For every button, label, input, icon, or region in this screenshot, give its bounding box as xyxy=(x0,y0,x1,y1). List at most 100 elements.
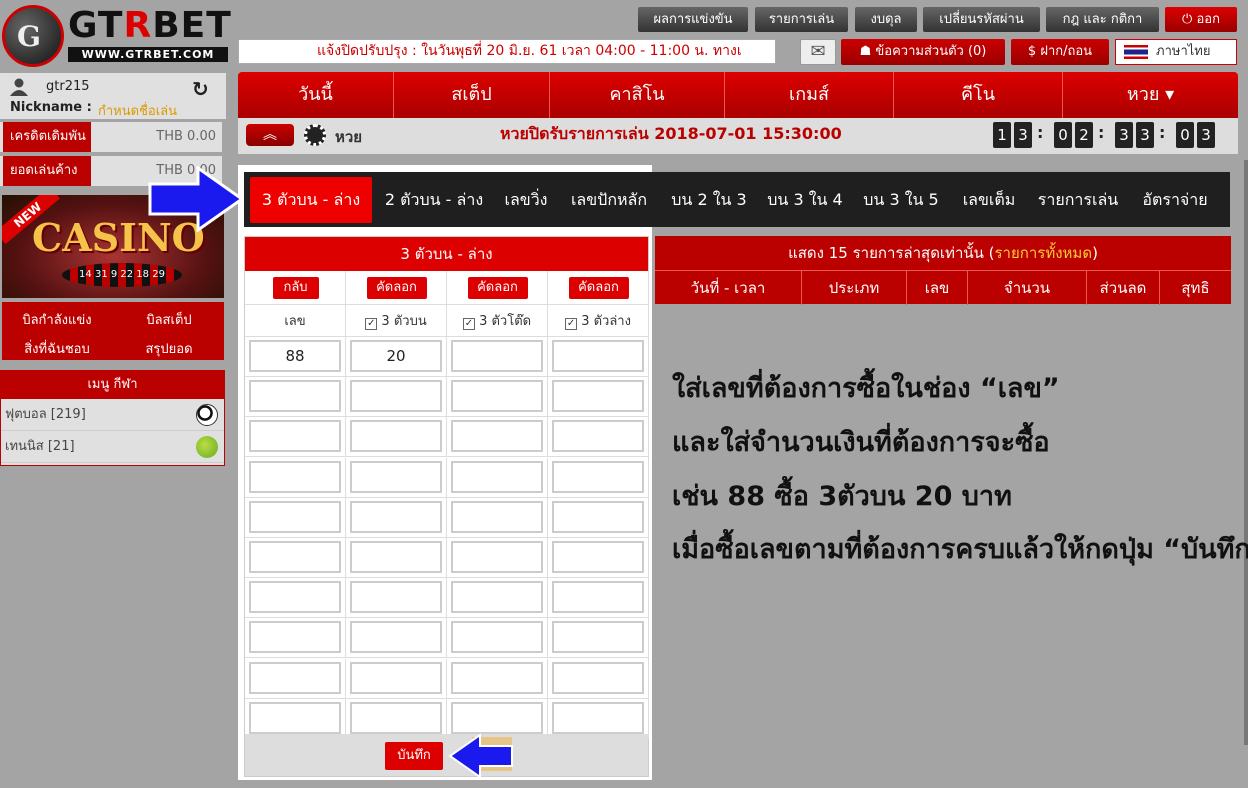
sport-item-tennis[interactable]: เทนนิส [21] xyxy=(1,431,224,463)
nickname-set-link[interactable]: กำหนดชื่อเล่น xyxy=(98,100,177,121)
results-button[interactable]: ผลการแข่งขัน xyxy=(638,7,748,32)
bet-list-button[interactable]: รายการเล่น xyxy=(755,7,848,32)
language-selector[interactable]: ภาษาไทย xyxy=(1115,39,1237,65)
top3-amount-input[interactable]: 20 xyxy=(350,340,442,372)
logo-emblem: G xyxy=(2,5,64,67)
menu-summary[interactable]: สรุปยอด xyxy=(114,338,224,359)
bet-form-title: 3 ตัวบน - ล่าง xyxy=(245,237,648,271)
number-input[interactable] xyxy=(249,661,341,694)
number-input[interactable] xyxy=(249,380,341,413)
tab-2-top-bottom[interactable]: 2 ตัวบน - ล่าง xyxy=(376,172,492,227)
tod3-amount-input[interactable] xyxy=(451,460,543,493)
top3-amount-input[interactable] xyxy=(350,420,442,453)
private-messages-button[interactable]: ☗ ข้อความส่วนตัว (0) xyxy=(841,39,1005,65)
top3-amount-input[interactable] xyxy=(350,541,442,573)
bottom3-amount-input[interactable] xyxy=(552,581,644,614)
tab-full-number[interactable]: เลขเต็ม xyxy=(952,172,1026,227)
bottom3-amount-input[interactable] xyxy=(552,701,644,734)
tab-top-3-of-4[interactable]: บน 3 ใน 4 xyxy=(760,172,850,227)
tod3-amount-input[interactable] xyxy=(451,621,543,654)
lottery-chip-icon xyxy=(304,124,326,146)
tab-bet-list[interactable]: รายการเล่น xyxy=(1030,172,1126,227)
tod3-amount-input[interactable] xyxy=(451,541,543,573)
bet-form: 3 ตัวบน - ล่าง กลับ คัดลอก คัดลอก คัดลอก เลข… xyxy=(244,236,649,777)
tab-3-top-bottom[interactable]: 3 ตัวบน - ล่าง xyxy=(250,177,372,223)
form-input-cell xyxy=(548,658,649,699)
top3-amount-input[interactable] xyxy=(350,500,442,533)
nav-lottery[interactable]: หวย ▾ xyxy=(1063,72,1238,118)
tod3-amount-input[interactable] xyxy=(451,340,543,372)
bottom3-amount-input[interactable] xyxy=(552,340,644,372)
top3-amount-input[interactable] xyxy=(350,701,442,734)
tab-running-number[interactable]: เลขวิ่ง xyxy=(496,172,556,227)
checkbox[interactable]: ✓ xyxy=(365,318,378,330)
number-input[interactable] xyxy=(249,420,341,453)
number-input[interactable] xyxy=(249,581,341,614)
save-button[interactable]: บันทึก xyxy=(385,742,443,770)
tod3-amount-input[interactable] xyxy=(451,420,543,453)
back-button[interactable]: กลับ xyxy=(272,277,319,299)
nav-games[interactable]: เกมส์ xyxy=(725,72,894,118)
menu-running-bets[interactable]: บิลกำลังแข่ง xyxy=(2,309,112,330)
user-panel: gtr215 ↻ Nickname : กำหนดชื่อเล่น xyxy=(0,73,226,119)
number-input[interactable] xyxy=(249,541,341,573)
user-icon xyxy=(10,78,28,96)
nav-casino[interactable]: คาสิโน xyxy=(550,72,725,118)
copy-button[interactable]: คัดลอก xyxy=(568,277,629,299)
bottom3-amount-input[interactable] xyxy=(552,541,644,573)
bottom3-amount-input[interactable] xyxy=(552,661,644,694)
nav-step[interactable]: สเต็ป xyxy=(394,72,550,118)
tod3-amount-input[interactable] xyxy=(451,701,543,734)
nav-keno[interactable]: คีโน xyxy=(894,72,1063,118)
checkbox[interactable]: ✓ xyxy=(565,318,578,330)
menu-step-bets[interactable]: บิลสเต็ป xyxy=(114,309,224,330)
number-input[interactable] xyxy=(249,500,341,533)
bottom3-amount-input[interactable] xyxy=(552,380,644,413)
tab-top-2-of-3[interactable]: บน 2 ใน 3 xyxy=(664,172,754,227)
bottom3-amount-input[interactable] xyxy=(552,460,644,493)
collapse-up-icon[interactable]: ︽ xyxy=(246,124,294,146)
top3-amount-input[interactable] xyxy=(350,460,442,493)
tab-fixed-digit[interactable]: เลขปักหลัก xyxy=(562,172,656,227)
refresh-icon[interactable]: ↻ xyxy=(192,77,209,101)
mail-icon[interactable]: ✉ xyxy=(800,39,836,65)
form-input-cell xyxy=(346,538,447,578)
deposit-withdraw-button[interactable]: $ ฝาก/ถอน xyxy=(1011,39,1109,65)
nav-today[interactable]: วันนี้ xyxy=(238,72,394,118)
bottom3-amount-input[interactable] xyxy=(552,420,644,453)
site-logo[interactable]: G GTRBET WWW.GTRBET.COM xyxy=(2,3,232,67)
form-input-cell xyxy=(548,457,649,498)
top3-amount-input[interactable] xyxy=(350,581,442,614)
bottom3-amount-input[interactable] xyxy=(552,500,644,533)
menu-favorites[interactable]: สิ่งที่ฉันชอบ xyxy=(2,338,112,359)
tod3-amount-input[interactable] xyxy=(451,581,543,614)
number-input[interactable] xyxy=(249,460,341,493)
form-input-cell xyxy=(245,417,346,458)
all-bets-link[interactable]: รายการทั้งหมด xyxy=(995,244,1093,262)
logout-button[interactable]: ⏻ ออก xyxy=(1165,7,1237,32)
tod3-amount-input[interactable] xyxy=(451,500,543,533)
number-input[interactable] xyxy=(249,621,341,654)
form-input-cell xyxy=(548,497,649,538)
balance-sheet-button[interactable]: งบดุล xyxy=(855,7,917,32)
sport-item-football[interactable]: ฟุตบอล [219] xyxy=(1,399,224,431)
tod3-amount-input[interactable] xyxy=(451,380,543,413)
bottom3-amount-input[interactable] xyxy=(552,621,644,654)
tab-top-3-of-5[interactable]: บน 3 ใน 5 xyxy=(856,172,946,227)
copy-button[interactable]: คัดลอก xyxy=(467,277,528,299)
checkbox[interactable]: ✓ xyxy=(462,318,475,330)
change-password-button[interactable]: เปลี่ยนรหัสผ่าน xyxy=(923,7,1040,32)
number-input[interactable]: 88 xyxy=(249,340,341,372)
page-scrollbar[interactable] xyxy=(1244,160,1248,745)
rules-button[interactable]: กฎ และ กติกา xyxy=(1046,7,1159,32)
top3-amount-input[interactable] xyxy=(350,621,442,654)
top3-amount-input[interactable] xyxy=(350,661,442,694)
copy-button[interactable]: คัดลอก xyxy=(366,277,427,299)
top3-amount-input[interactable] xyxy=(350,380,442,413)
tab-payout-rate[interactable]: อัตราจ่าย xyxy=(1130,172,1220,227)
tod3-amount-input[interactable] xyxy=(451,661,543,694)
number-input[interactable] xyxy=(249,701,341,734)
sports-menu-title: เมนู กีฬา xyxy=(1,371,224,399)
thai-flag-icon xyxy=(1124,45,1148,59)
checkbox-label: 3 ตัวล่าง xyxy=(581,314,631,329)
